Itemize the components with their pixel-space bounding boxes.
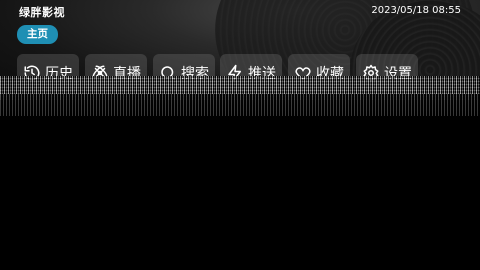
tab-home[interactable]: 主页 bbox=[17, 25, 58, 44]
render-glitch-fade bbox=[0, 94, 480, 116]
app-title: 绿胖影视 bbox=[19, 6, 65, 19]
clock: 2023/05/18 08:55 bbox=[371, 5, 461, 16]
